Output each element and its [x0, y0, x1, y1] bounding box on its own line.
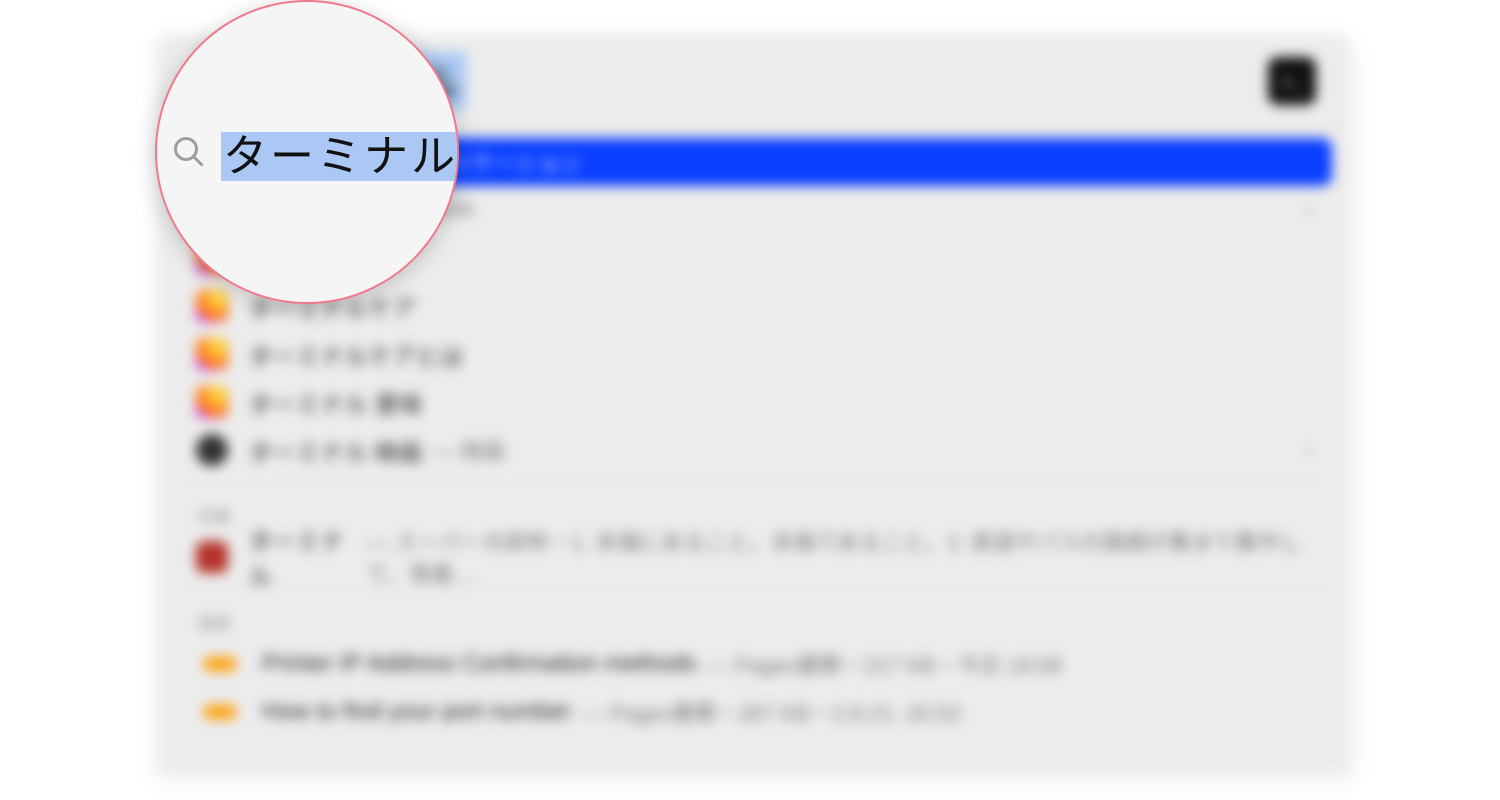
result-document[interactable]: Printer IP Address Confirmation methods …	[176, 640, 1332, 688]
chevron-right-icon: ›	[1305, 437, 1312, 463]
firefox-icon	[196, 338, 228, 370]
result-title: ターミナル 意味	[248, 385, 423, 420]
pages-doc-icon	[204, 657, 236, 671]
result-web-suggestion[interactable]: ターミナル 意味	[176, 378, 1332, 426]
result-title: ターミナル 映画	[248, 433, 423, 468]
result-document[interactable]: How to find your port number — Pages書類・2…	[176, 688, 1332, 736]
result-meta: — Pages書類・217 KB・今日 19:58	[706, 648, 1062, 680]
magnifier-callout: ターミナル	[155, 0, 459, 304]
firefox-icon	[196, 386, 228, 418]
section-header-documents: 書類	[176, 594, 1332, 640]
chevron-right-icon: ›	[1305, 197, 1312, 223]
result-title: How to find your port number	[262, 698, 571, 726]
wiki-icon	[196, 434, 228, 466]
result-meta: — 映画	[433, 434, 505, 466]
separator	[178, 480, 1330, 481]
result-meta: — スーパー大辞林・1. 末端にあること。末端であること。2. 鉄道やバスの路線…	[367, 525, 1312, 589]
result-dictionary[interactable]: ターミナル — スーパー大辞林・1. 末端にあること。末端であること。2. 鉄道…	[176, 533, 1332, 581]
pages-doc-icon	[204, 705, 236, 719]
result-title: Printer IP Address Confirmation methods	[262, 650, 696, 678]
result-web-suggestion[interactable]: ターミナルケアとは	[176, 330, 1332, 378]
dictionary-icon	[196, 541, 228, 573]
terminal-app-thumbnail: >_	[1268, 57, 1316, 105]
result-title: ターミナル	[248, 522, 357, 592]
result-wiki-suggestion[interactable]: ターミナル 映画 — 映画 ›	[176, 426, 1332, 474]
search-icon	[171, 134, 207, 170]
result-title: ターミナルケアとは	[248, 337, 464, 372]
result-meta: — Pages書類・267 KB・2.8.21. 20:53	[581, 696, 960, 728]
magnified-search-text: ターミナル	[221, 120, 459, 184]
